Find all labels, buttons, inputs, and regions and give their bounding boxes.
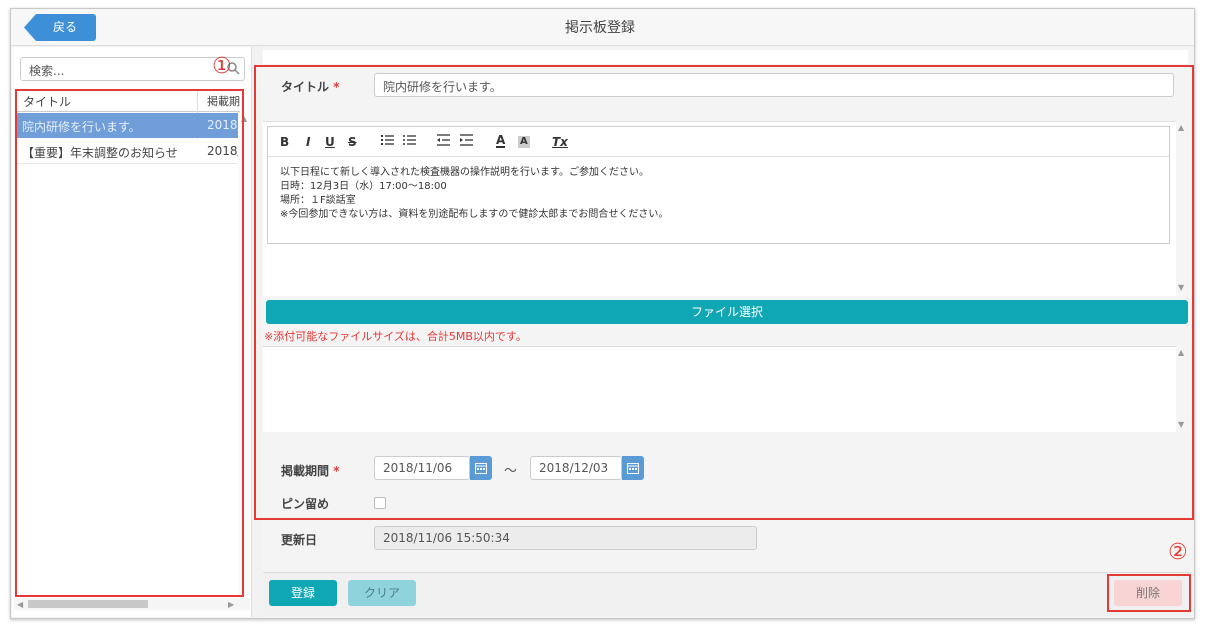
annotation-box-2: [1107, 574, 1191, 612]
updated-label: 更新日: [281, 533, 318, 547]
updated-date-field: 2018/11/06 15:50:34: [374, 526, 757, 550]
annotation-box-1: [15, 89, 244, 597]
list-horizontal-scrollbar[interactable]: ◀ ▶: [14, 598, 250, 610]
annotation-mark-1: ①: [212, 54, 232, 79]
register-button[interactable]: 登録: [269, 580, 337, 606]
form-top-strip: [263, 50, 1188, 64]
scroll-thumb[interactable]: [28, 600, 148, 608]
page-title: 掲示板登録: [565, 20, 635, 36]
scroll-left-icon[interactable]: ◀: [17, 600, 23, 609]
annotation-box-1-form: [254, 65, 1194, 520]
back-button[interactable]: 戻る: [24, 14, 96, 41]
annotation-mark-2: ②: [1168, 540, 1188, 565]
scroll-right-icon[interactable]: ▶: [228, 600, 234, 609]
clear-button[interactable]: クリア: [348, 580, 416, 606]
